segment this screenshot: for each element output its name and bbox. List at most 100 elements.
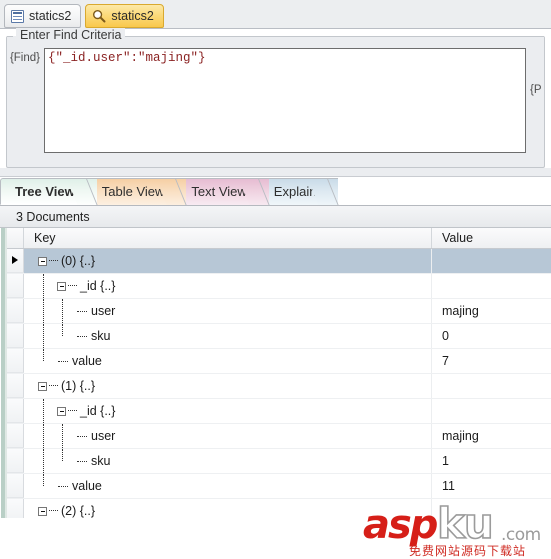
row-selector-cell[interactable]: [7, 449, 24, 473]
key-label: _id {..}: [80, 279, 116, 293]
key-cell[interactable]: (1) {..}: [24, 374, 432, 398]
table-row[interactable]: value 11: [7, 474, 551, 499]
tab-tree-view[interactable]: Tree View: [0, 178, 97, 205]
key-label: value: [72, 354, 102, 368]
document-tab-label: statics2: [111, 9, 154, 23]
value-cell[interactable]: [432, 249, 551, 273]
row-selector-cell[interactable]: [7, 349, 24, 373]
key-label: value: [72, 479, 102, 493]
grid-header-rowselector: [7, 228, 24, 248]
key-cell-content: sku: [76, 449, 110, 473]
key-label: sku: [91, 329, 111, 343]
row-selector-cell[interactable]: [7, 499, 24, 518]
key-label: (0) {..}: [61, 254, 96, 268]
tree-connector-line: [62, 449, 63, 461]
value-cell[interactable]: 11: [432, 474, 551, 498]
key-cell[interactable]: _id {..}: [24, 399, 432, 423]
key-cell[interactable]: (2) {..}: [24, 499, 432, 518]
key-cell[interactable]: user: [24, 299, 432, 323]
table-row[interactable]: (1) {..}: [7, 374, 551, 399]
tab-text-view[interactable]: Text View: [176, 178, 269, 205]
key-cell[interactable]: user: [24, 424, 432, 448]
key-label: (2) {..}: [61, 504, 96, 518]
row-selector-cell[interactable]: [7, 424, 24, 448]
value-cell[interactable]: [432, 399, 551, 423]
value-cell[interactable]: majing: [432, 424, 551, 448]
table-row[interactable]: (0) {..}: [7, 249, 551, 274]
key-cell[interactable]: sku: [24, 324, 432, 348]
tree-stub-line: [49, 260, 58, 262]
tree-connector-line: [43, 299, 44, 323]
key-cell[interactable]: sku: [24, 449, 432, 473]
document-tab-label: statics2: [29, 9, 72, 23]
value-cell[interactable]: 1: [432, 449, 551, 473]
table-row[interactable]: _id {..}: [7, 399, 551, 424]
row-selector-cell[interactable]: [7, 474, 24, 498]
value-cell[interactable]: [432, 499, 551, 518]
group-border-left: [7, 36, 13, 37]
key-cell[interactable]: _id {..}: [24, 274, 432, 298]
collapse-expander-icon[interactable]: [57, 281, 66, 291]
row-selector-cell[interactable]: [7, 274, 24, 298]
key-label: user: [91, 429, 116, 443]
tree-connector-line: [62, 424, 63, 448]
document-tab-statics2-collection[interactable]: statics2: [4, 4, 82, 28]
tree-stub-line: [49, 385, 58, 387]
row-selector-cell[interactable]: [7, 324, 24, 348]
find-criteria-legend: Enter Find Criteria: [16, 28, 126, 42]
row-selector-cell[interactable]: [7, 299, 24, 323]
collapse-expander-icon[interactable]: [38, 506, 47, 516]
grid-main: Key Value (0) {..} _id {..} user majing sku 0…: [7, 228, 551, 518]
find-query-text: {"_id.user":"majing"}: [48, 51, 206, 65]
tree-connector-line: [62, 324, 63, 336]
table-row[interactable]: user majing: [7, 299, 551, 324]
key-cell-content: _id {..}: [57, 274, 115, 298]
grid-icon: [11, 9, 24, 23]
key-cell-content: (2) {..}: [38, 499, 95, 518]
tab-explain[interactable]: Explain: [258, 178, 339, 205]
table-row[interactable]: _id {..}: [7, 274, 551, 299]
value-cell[interactable]: [432, 374, 551, 398]
row-selector-cell[interactable]: [7, 399, 24, 423]
watermark-com-text: .com: [501, 525, 541, 545]
panel-splitter[interactable]: [0, 168, 551, 177]
tree-leaf-line: [76, 307, 88, 316]
tree-stub-line: [68, 410, 77, 412]
tab-label: Text View: [191, 184, 247, 199]
key-cell[interactable]: value: [24, 474, 432, 498]
collapse-expander-icon[interactable]: [38, 381, 47, 391]
key-cell[interactable]: value: [24, 349, 432, 373]
tree-leaf-line: [76, 432, 88, 441]
key-label: (1) {..}: [61, 379, 96, 393]
table-row[interactable]: value 7: [7, 349, 551, 374]
column-header-value[interactable]: Value: [432, 228, 551, 248]
document-tab-bar: statics2 statics2: [0, 0, 551, 29]
row-selector-cell[interactable]: [7, 249, 24, 273]
key-cell-content: _id {..}: [57, 399, 115, 423]
collapse-expander-icon[interactable]: [57, 406, 66, 416]
key-cell-content: user: [76, 424, 115, 448]
value-cell[interactable]: [432, 274, 551, 298]
find-query-input[interactable]: {"_id.user":"majing"}: [44, 48, 526, 153]
table-row[interactable]: user majing: [7, 424, 551, 449]
key-cell-content: sku: [76, 324, 110, 348]
key-cell[interactable]: (0) {..}: [24, 249, 432, 273]
group-border-right: [122, 36, 544, 37]
table-row[interactable]: sku 1: [7, 449, 551, 474]
table-row[interactable]: (2) {..}: [7, 499, 551, 518]
column-header-key[interactable]: Key: [24, 228, 432, 248]
table-row[interactable]: sku 0: [7, 324, 551, 349]
tab-table-view[interactable]: Table View: [86, 178, 187, 205]
collapse-expander-icon[interactable]: [38, 256, 47, 266]
value-cell[interactable]: 7: [432, 349, 551, 373]
results-grid: Key Value (0) {..} _id {..} user majing sku 0…: [0, 228, 551, 518]
value-cell[interactable]: majing: [432, 299, 551, 323]
key-label: user: [91, 304, 116, 318]
value-cell[interactable]: 0: [432, 324, 551, 348]
row-selector-cell[interactable]: [7, 374, 24, 398]
find-criteria-group: Enter Find Criteria {Find} {"_id.user":"…: [6, 28, 545, 168]
tree-leaf-line: [76, 457, 88, 466]
tree-connector-line: [43, 349, 44, 361]
grid-rows: (0) {..} _id {..} user majing sku 0 value 7 (1) …: [7, 249, 551, 518]
document-tab-statics2-find[interactable]: statics2: [85, 4, 164, 28]
